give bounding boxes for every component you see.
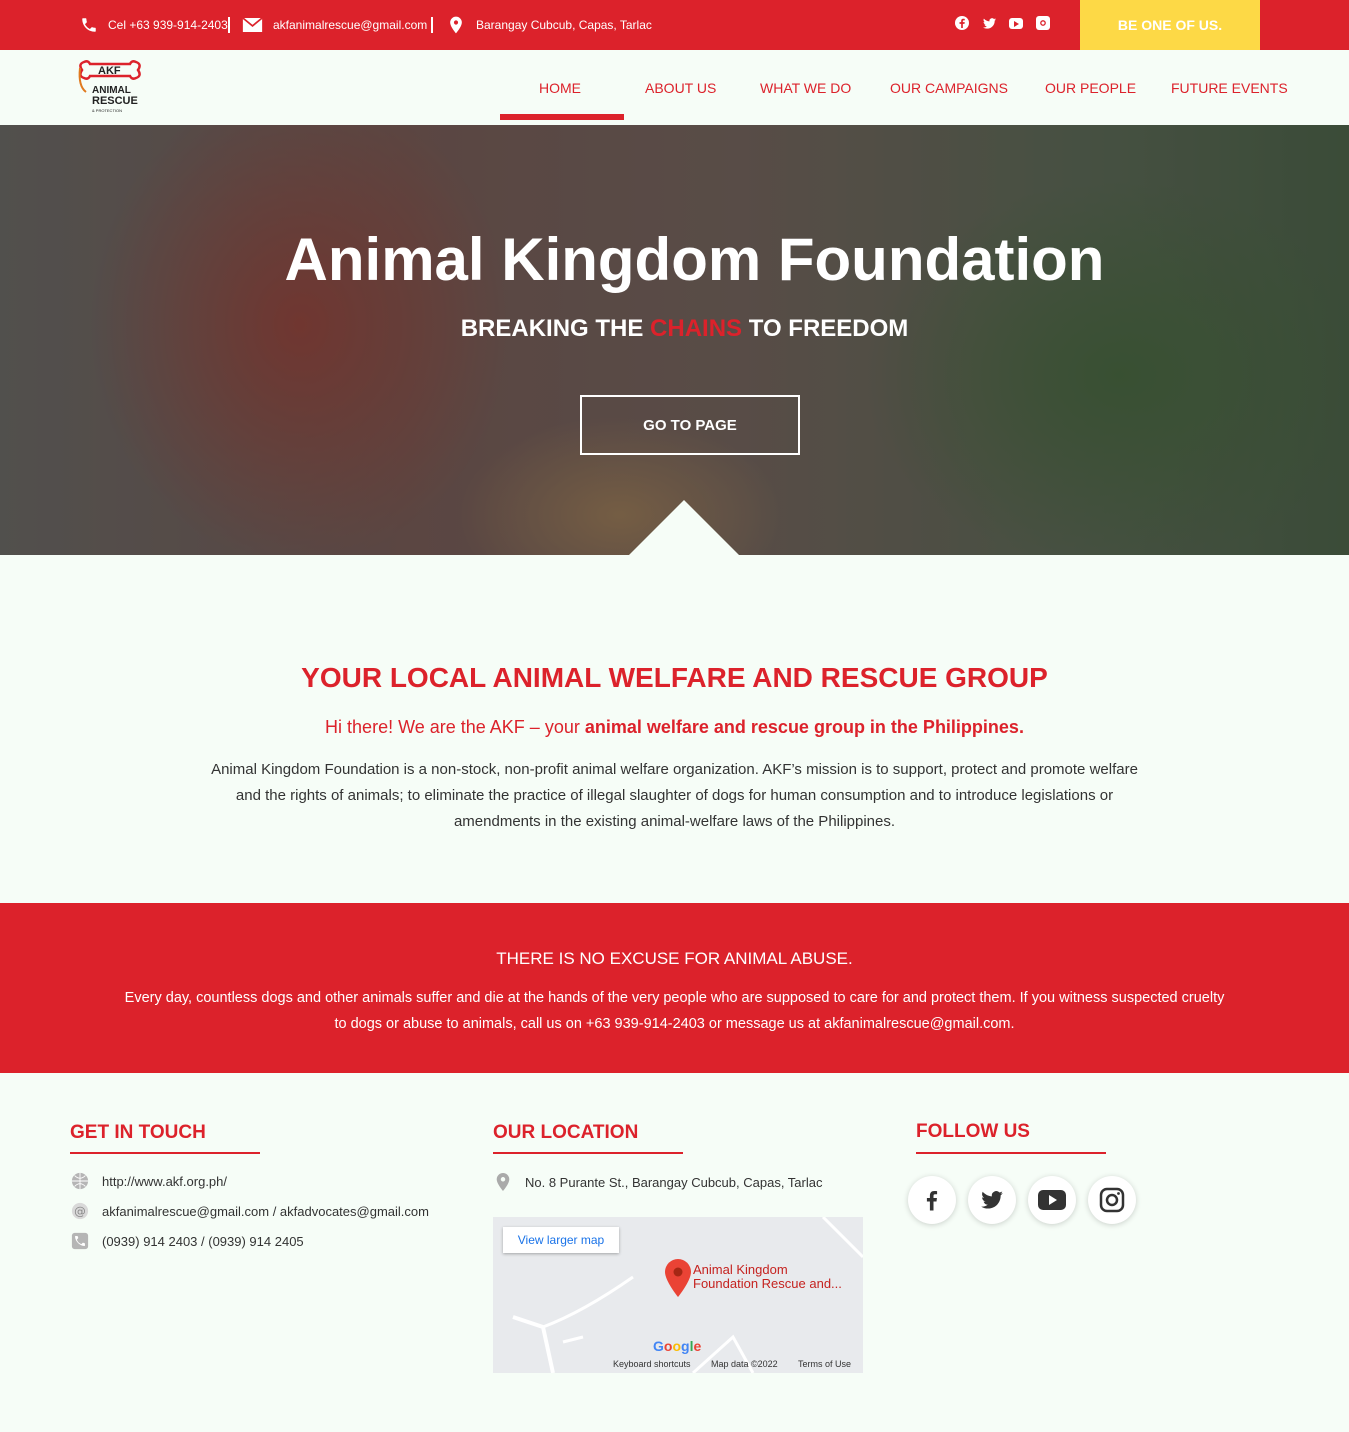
twitter-icon[interactable] (968, 1176, 1016, 1224)
divider (70, 1152, 260, 1154)
location-address: No. 8 Purante St., Barangay Cubcub, Capa… (525, 1174, 823, 1190)
instagram-icon[interactable] (1088, 1176, 1136, 1224)
phone-numbers[interactable]: (0939) 914 2403 / (0939) 914 2405 (102, 1234, 304, 1249)
google-map[interactable]: View larger map Animal Kingdom Foundatio… (493, 1217, 863, 1373)
divider (916, 1152, 1106, 1154)
intro-sub-pre: Hi there! We are the AKF – your (325, 717, 585, 737)
logo-rescue-text: RESCUE (92, 95, 138, 107)
map-pin-icon (493, 1173, 513, 1191)
map-marker-icon[interactable] (665, 1259, 691, 1297)
top-social-links (955, 16, 1050, 30)
get-in-touch-title: GET IN TOUCH (70, 1122, 206, 1143)
at-sign-icon: @ (70, 1201, 90, 1221)
nav-what-we-do[interactable]: WHAT WE DO (760, 50, 851, 125)
logo-protection-text: & PROTECTION (92, 108, 123, 113)
instagram-icon[interactable] (1036, 16, 1050, 30)
map-pin-icon (450, 16, 462, 34)
divider (228, 17, 230, 33)
divider (431, 17, 433, 33)
main-navbar: AKF ANIMAL RESCUE & PROTECTION HOME ABOU… (0, 50, 1349, 125)
hero-subtitle: BREAKING THE CHAINS TO FREEDOM (0, 315, 1349, 343)
abuse-band: THERE IS NO EXCUSE FOR ANIMAL ABUSE. Eve… (0, 903, 1349, 1073)
location-row: No. 8 Purante St., Barangay Cubcub, Capa… (493, 1170, 822, 1194)
nav-active-indicator (500, 114, 624, 120)
our-location-title: OUR LOCATION (493, 1122, 639, 1143)
nav-about-us[interactable]: ABOUT US (645, 50, 716, 125)
akf-logo[interactable]: AKF ANIMAL RESCUE & PROTECTION (76, 56, 144, 120)
email-row[interactable]: @ akfanimalrescue@gmail.com / akfadvocat… (70, 1200, 429, 1222)
footer-social-links (908, 1176, 1136, 1224)
website-row[interactable]: http://www.akf.org.ph/ (70, 1170, 227, 1192)
phone-row[interactable]: (0939) 914 2403 / (0939) 914 2405 (70, 1230, 304, 1252)
top-bar: Cel +63 939-914-2403 akfanimalrescue@gma… (0, 0, 1349, 50)
intro-sub-bold: animal welfare and rescue group in the P… (584, 717, 1024, 737)
map-place-line1: Animal Kingdom (693, 1262, 788, 1277)
map-place-line2: Foundation Rescue and... (693, 1276, 842, 1291)
map-data-text: Map data ©2022 (711, 1359, 778, 1369)
keyboard-shortcuts-link[interactable]: Keyboard shortcuts (613, 1359, 691, 1369)
terms-of-use-link[interactable]: Terms of Use (798, 1359, 851, 1369)
nav-future-events[interactable]: FUTURE EVENTS (1171, 50, 1288, 125)
band-body: Every day, countless dogs and other anim… (124, 990, 1225, 1032)
facebook-icon[interactable] (908, 1176, 956, 1224)
intro-body: Animal Kingdom Foundation is a non-stock… (211, 761, 1138, 830)
view-larger-map-button[interactable]: View larger map (503, 1227, 619, 1253)
hero-title: Animal Kingdom Foundation (284, 226, 1105, 293)
map-place-label[interactable]: Animal Kingdom Foundation Rescue and... (693, 1263, 842, 1291)
youtube-icon[interactable] (1009, 18, 1023, 29)
mail-icon (242, 17, 263, 32)
phone-text: Cel +63 939-914-2403 (108, 18, 228, 32)
email-links[interactable]: akfanimalrescue@gmail.com / akfadvocates… (102, 1204, 429, 1219)
hero-subtitle-pre: BREAKING THE (460, 315, 651, 342)
youtube-icon[interactable] (1028, 1176, 1076, 1224)
address-text: Barangay Cubcub, Capas, Tarlac (476, 18, 652, 32)
svg-text:@: @ (74, 1204, 86, 1218)
follow-us-title: FOLLOW US (916, 1121, 1030, 1142)
intro-title: YOUR LOCAL ANIMAL WELFARE AND RESCUE GRO… (301, 662, 1048, 693)
hero-subtitle-post: TO FREEDOM (742, 315, 909, 342)
hero-banner: Animal Kingdom Foundation BREAKING THE C… (0, 125, 1349, 555)
hero-subtitle-accent: CHAINS (650, 315, 743, 342)
website-link[interactable]: http://www.akf.org.ph/ (102, 1174, 227, 1189)
phone-icon (82, 18, 96, 32)
be-one-of-us-button[interactable]: BE ONE OF US. (1080, 0, 1260, 50)
google-logo: Google (653, 1338, 702, 1354)
email-contact[interactable]: akfanimalrescue@gmail.com (242, 0, 427, 50)
phone-contact[interactable]: Cel +63 939-914-2403 (80, 0, 228, 50)
phone-icon (70, 1231, 90, 1251)
intro-subtitle: Hi there! We are the AKF – your animal w… (0, 717, 1349, 738)
logo-akf-text: AKF (98, 65, 121, 77)
go-to-page-button[interactable]: GO TO PAGE (580, 395, 800, 455)
globe-icon (70, 1171, 90, 1191)
email-text: akfanimalrescue@gmail.com (273, 18, 428, 32)
band-title: THERE IS NO EXCUSE FOR ANIMAL ABUSE. (496, 949, 853, 968)
hero-notch (629, 500, 739, 555)
nav-our-campaigns[interactable]: OUR CAMPAIGNS (890, 50, 1008, 125)
divider (493, 1152, 683, 1154)
twitter-icon[interactable] (982, 16, 996, 30)
nav-our-people[interactable]: OUR PEOPLE (1045, 50, 1136, 125)
facebook-icon[interactable] (955, 16, 969, 30)
address-contact: Barangay Cubcub, Capas, Tarlac (446, 0, 652, 50)
